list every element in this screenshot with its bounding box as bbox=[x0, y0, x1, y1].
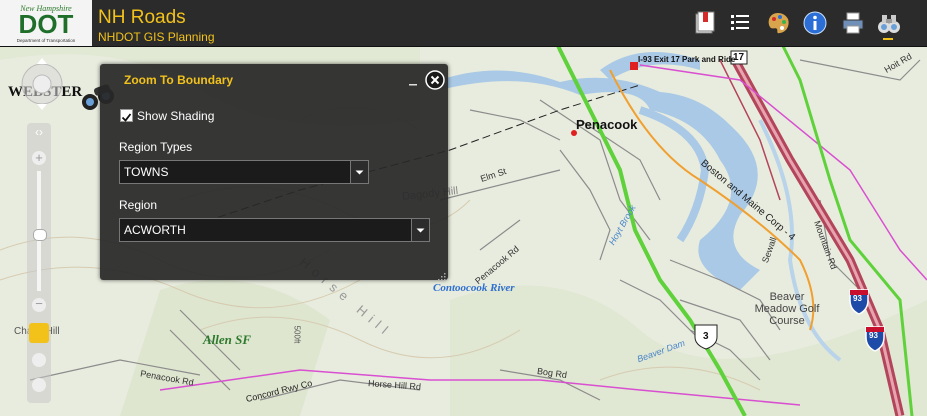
print-icon[interactable] bbox=[838, 8, 868, 38]
minimize-button[interactable] bbox=[408, 74, 418, 86]
svg-text:DOT: DOT bbox=[19, 9, 74, 39]
show-shading-label: Show Shading bbox=[137, 109, 215, 123]
app-subtitle: NHDOT GIS Planning bbox=[98, 30, 215, 44]
map-label-exit17-shield: 17 bbox=[733, 52, 745, 63]
layer-list-icon[interactable] bbox=[725, 8, 755, 38]
pan-control[interactable] bbox=[20, 56, 64, 118]
svg-text:Department of Transportation: Department of Transportation bbox=[17, 38, 76, 43]
rotate-arrows-icon[interactable]: ‹› bbox=[29, 125, 49, 141]
map-label-penacook: Penacook bbox=[576, 117, 638, 132]
zoom-in-small-button[interactable] bbox=[32, 353, 46, 367]
zoom-out-button[interactable]: − bbox=[32, 297, 46, 312]
checkmark-icon bbox=[121, 113, 132, 122]
map-label-i93-exit17: I-93 Exit 17 Park and Ride bbox=[638, 55, 736, 64]
region-label: Region bbox=[119, 198, 158, 212]
region-types-label: Region Types bbox=[119, 140, 193, 154]
binoculars-icon[interactable] bbox=[874, 8, 904, 38]
i93-shield-label-2: 93 bbox=[869, 331, 878, 340]
show-shading-checkbox[interactable] bbox=[120, 109, 133, 122]
info-icon[interactable] bbox=[800, 8, 830, 38]
map-label-allen-sf: Allen SF bbox=[203, 332, 252, 347]
map-label-500ft: 500ft bbox=[292, 325, 302, 344]
region-value: ACWORTH bbox=[124, 223, 186, 237]
chevron-down-icon bbox=[416, 228, 425, 233]
region-dropdown-button[interactable] bbox=[411, 219, 429, 241]
app-title: NH Roads bbox=[98, 7, 186, 28]
basemap-palette-icon[interactable] bbox=[763, 8, 793, 38]
region-types-select[interactable]: TOWNS bbox=[119, 160, 369, 184]
close-button[interactable] bbox=[425, 70, 445, 90]
nhdot-logo: New Hampshire DOT Department of Transpor… bbox=[0, 0, 92, 46]
region-select[interactable]: ACWORTH bbox=[119, 218, 430, 242]
resize-grip-icon[interactable] bbox=[436, 268, 446, 281]
region-types-value: TOWNS bbox=[124, 165, 169, 179]
zoom-in-button[interactable]: + bbox=[32, 151, 46, 165]
map-label-beaver-meadow: Beaver Meadow Golf Course bbox=[754, 291, 820, 327]
chevron-down-icon bbox=[355, 170, 364, 175]
panel-title: Zoom To Boundary bbox=[124, 73, 234, 87]
zoom-slider[interactable]: ‹› + − bbox=[27, 123, 51, 403]
pan-hand-icon[interactable] bbox=[29, 323, 49, 343]
region-types-dropdown-button[interactable] bbox=[350, 161, 368, 183]
active-tool-indicator bbox=[883, 38, 893, 40]
us3-shield-label: 3 bbox=[703, 331, 709, 342]
bookmarks-icon[interactable] bbox=[690, 8, 720, 38]
zoom-handle[interactable] bbox=[33, 229, 47, 241]
close-icon bbox=[425, 70, 445, 90]
map-label-contoocook-river: Contoocook River bbox=[433, 282, 515, 294]
app-header: New Hampshire DOT Department of Transpor… bbox=[0, 0, 927, 47]
zoom-to-boundary-panel: Zoom To Boundary Show Shading Region Typ… bbox=[100, 64, 448, 281]
zoom-out-small-button[interactable] bbox=[32, 378, 46, 392]
i93-shield-label-1: 93 bbox=[853, 294, 862, 303]
